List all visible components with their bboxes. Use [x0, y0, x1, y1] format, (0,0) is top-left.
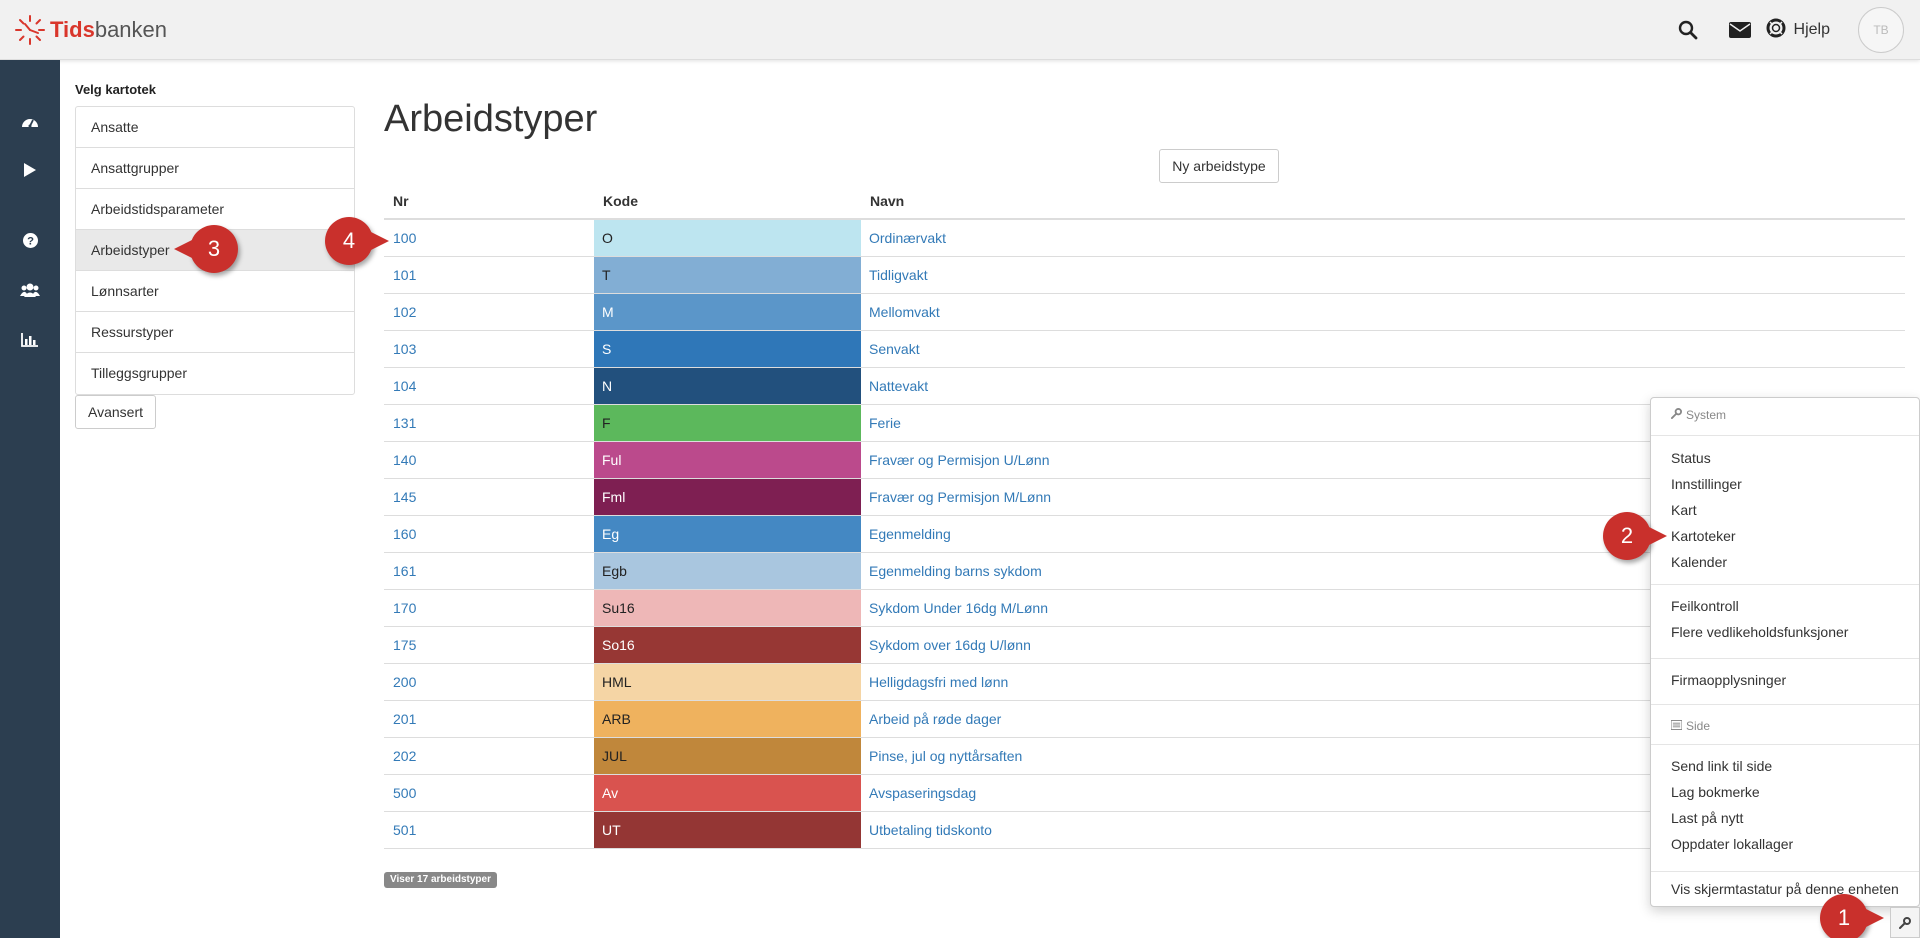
logo-clock-icon: [14, 14, 46, 46]
row-kode-swatch: F: [594, 405, 861, 441]
row-kode-swatch: T: [594, 257, 861, 293]
search-icon[interactable]: [1662, 0, 1714, 60]
envelope-icon[interactable]: [1714, 0, 1766, 60]
play-icon[interactable]: [0, 150, 60, 190]
menu-item-flere-vedlikeholdsfunksjoner[interactable]: Flere vedlikeholdsfunksjoner: [1671, 624, 1848, 640]
row-kode-swatch: S: [594, 331, 861, 367]
row-kode-swatch: So16: [594, 627, 861, 663]
kartotek-item[interactable]: Ressurstyper: [76, 312, 354, 353]
list-icon: [1670, 719, 1683, 733]
callout-4: 4: [325, 217, 389, 265]
help-button[interactable]: Hjelp: [1766, 18, 1858, 43]
kartotek-title: Velg kartotek: [75, 82, 156, 97]
callout-2: 2: [1603, 512, 1667, 560]
column-header-kode[interactable]: Kode: [594, 185, 861, 218]
row-nr-link[interactable]: 140: [384, 442, 594, 478]
menu-item-kalender[interactable]: Kalender: [1671, 554, 1727, 570]
table-row[interactable]: 100 O Ordinærvakt: [384, 220, 1905, 257]
row-nr-link[interactable]: 104: [384, 368, 594, 404]
row-navn-link[interactable]: Mellomvakt: [861, 294, 1905, 330]
row-nr-link[interactable]: 201: [384, 701, 594, 737]
row-kode-swatch: Su16: [594, 590, 861, 626]
menu-item-feilkontroll[interactable]: Feilkontroll: [1671, 598, 1739, 614]
row-nr-link[interactable]: 103: [384, 331, 594, 367]
count-badge: Viser 17 arbeidstyper: [384, 872, 497, 888]
kartotek-item[interactable]: Lønnsarter: [76, 271, 354, 312]
row-kode-swatch: Av: [594, 775, 861, 811]
row-kode-swatch: ARB: [594, 701, 861, 737]
row-kode-swatch: M: [594, 294, 861, 330]
kartotek-item[interactable]: Arbeidstidsparameter: [76, 189, 354, 230]
svg-text:?: ?: [27, 235, 34, 247]
table-row[interactable]: 102 M Mellomvakt: [384, 294, 1905, 331]
left-nav: ?: [0, 60, 60, 938]
menu-item-innstillinger[interactable]: Innstillinger: [1671, 476, 1742, 492]
menu-item-last-p-nytt[interactable]: Last på nytt: [1671, 810, 1743, 826]
callout-3: 3: [174, 225, 238, 273]
wrench-icon: [1671, 408, 1682, 422]
row-nr-link[interactable]: 160: [384, 516, 594, 552]
row-kode-swatch: O: [594, 220, 861, 256]
row-kode-swatch: HML: [594, 664, 861, 700]
advanced-button[interactable]: Avansert: [75, 395, 156, 429]
row-kode-swatch: N: [594, 368, 861, 404]
kartotek-item[interactable]: Ansattgrupper: [76, 148, 354, 189]
users-icon[interactable]: [0, 270, 60, 310]
row-navn-link[interactable]: Ordinærvakt: [861, 220, 1905, 256]
dashboard-icon[interactable]: [0, 101, 60, 141]
menu-item-oppdater-lokallager[interactable]: Oppdater lokallager: [1671, 836, 1793, 852]
column-header-nr[interactable]: Nr: [384, 185, 594, 218]
row-kode-swatch: UT: [594, 812, 861, 848]
page-title: Arbeidstyper: [384, 98, 598, 140]
side-header: Side: [1670, 719, 1710, 733]
menu-item-kartoteker[interactable]: Kartoteker: [1671, 528, 1736, 544]
lifering-icon: [1766, 18, 1786, 43]
row-kode-swatch: Eg: [594, 516, 861, 552]
row-nr-link[interactable]: 101: [384, 257, 594, 293]
row-nr-link[interactable]: 500: [384, 775, 594, 811]
row-kode-swatch: Egb: [594, 553, 861, 589]
question-icon[interactable]: ?: [0, 220, 60, 260]
table-row[interactable]: 101 T Tidligvakt: [384, 257, 1905, 294]
row-kode-swatch: JUL: [594, 738, 861, 774]
row-nr-link[interactable]: 145: [384, 479, 594, 515]
kartotek-item[interactable]: Ansatte: [76, 107, 354, 148]
menu-item-lag-bokmerke[interactable]: Lag bokmerke: [1671, 784, 1760, 800]
row-nr-link[interactable]: 202: [384, 738, 594, 774]
row-nr-link[interactable]: 100: [384, 220, 594, 256]
avatar[interactable]: TB: [1858, 7, 1904, 53]
new-worktype-button[interactable]: Ny arbeidstype: [1159, 149, 1279, 183]
row-nr-link[interactable]: 200: [384, 664, 594, 700]
wrench-toggle-button[interactable]: [1890, 907, 1920, 938]
table-header: Nr Kode Navn: [384, 185, 1905, 220]
row-navn-link[interactable]: Tidligvakt: [861, 257, 1905, 293]
menu-item-status[interactable]: Status: [1671, 450, 1711, 466]
row-navn-link[interactable]: Senvakt: [861, 331, 1905, 367]
row-kode-swatch: Fml: [594, 479, 861, 515]
row-nr-link[interactable]: 175: [384, 627, 594, 663]
tidsbanken-logo[interactable]: Tidsbanken: [14, 14, 167, 46]
help-label: Hjelp: [1793, 21, 1830, 38]
bar-chart-icon[interactable]: [0, 320, 60, 360]
column-header-navn[interactable]: Navn: [861, 185, 904, 218]
row-nr-link[interactable]: 131: [384, 405, 594, 441]
menu-item-kart[interactable]: Kart: [1671, 502, 1697, 518]
kartotek-item[interactable]: Tilleggsgrupper: [76, 353, 354, 394]
menu-item-firmaopplysninger[interactable]: Firmaopplysninger: [1671, 672, 1786, 688]
menu-item-vis-skjermtastatur[interactable]: Vis skjermtastatur på denne enheten: [1671, 881, 1899, 897]
top-bar: Tidsbanken Hjelp TB: [0, 0, 1920, 60]
logo-text: Tidsbanken: [50, 17, 168, 42]
row-kode-swatch: Ful: [594, 442, 861, 478]
callout-1: 1: [1820, 894, 1884, 938]
menu-item-send-link-til-side[interactable]: Send link til side: [1671, 758, 1772, 774]
row-nr-link[interactable]: 102: [384, 294, 594, 330]
row-nr-link[interactable]: 161: [384, 553, 594, 589]
system-menu: System Status Innstillinger Kart Kartoteker…: [1650, 397, 1920, 907]
row-nr-link[interactable]: 501: [384, 812, 594, 848]
system-header: System: [1671, 408, 1726, 422]
table-row[interactable]: 103 S Senvakt: [384, 331, 1905, 368]
row-nr-link[interactable]: 170: [384, 590, 594, 626]
